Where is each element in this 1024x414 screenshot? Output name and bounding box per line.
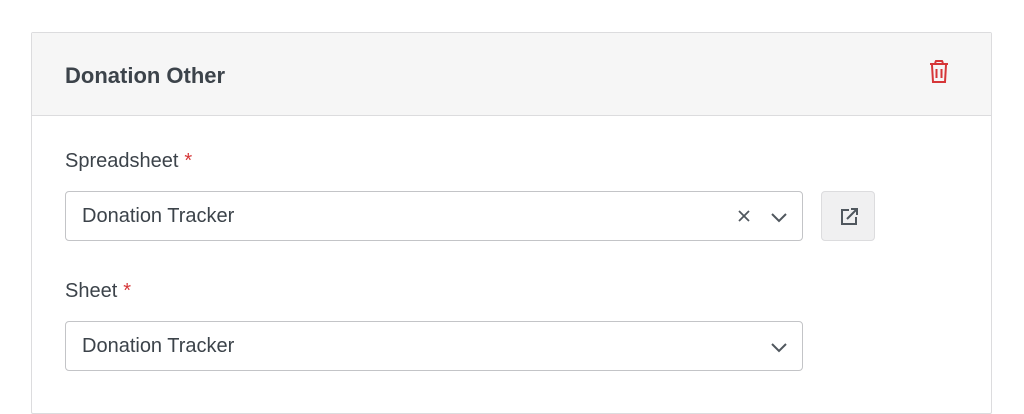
sheet-select[interactable]: Donation Tracker [65, 321, 803, 371]
close-icon[interactable] [735, 207, 753, 225]
external-link-icon [841, 208, 858, 225]
spreadsheet-label-text: Spreadsheet [65, 150, 179, 172]
sheet-label: Sheet * [65, 280, 131, 303]
chevron-down-icon[interactable] [770, 208, 788, 226]
required-marker: * [123, 280, 132, 302]
open-spreadsheet-button[interactable] [821, 191, 875, 241]
card-title: Donation Other [65, 63, 226, 88]
spreadsheet-select[interactable]: Donation Tracker [65, 191, 803, 241]
sheet-label-text: Sheet [65, 280, 118, 302]
chevron-down-icon[interactable] [770, 338, 788, 356]
sheet-select-value: Donation Tracker [82, 335, 235, 357]
card-header: Donation Other [32, 33, 991, 116]
spreadsheet-select-value: Donation Tracker [82, 205, 235, 227]
feed-card: Donation Other Spreadsheet * Donation Tra… [31, 32, 992, 414]
trash-icon[interactable] [928, 60, 950, 84]
spreadsheet-label: Spreadsheet * [65, 150, 192, 173]
required-marker: * [184, 150, 193, 172]
